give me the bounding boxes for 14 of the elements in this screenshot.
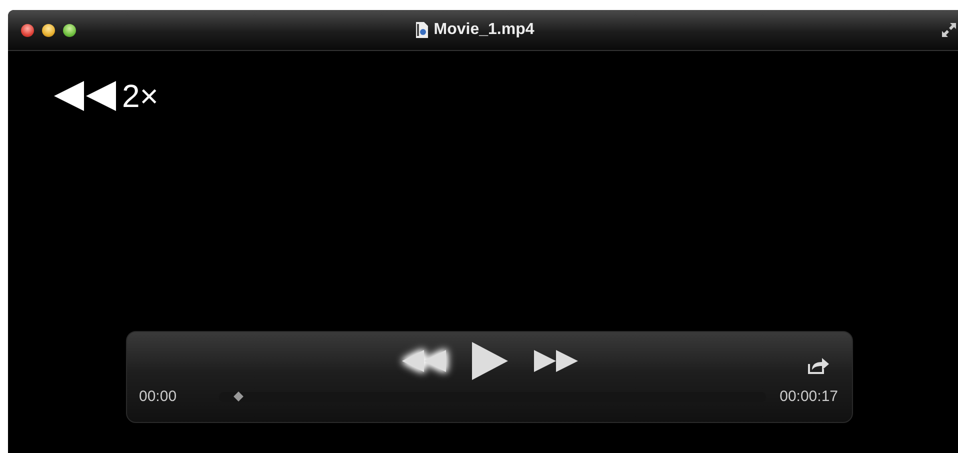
zoom-button[interactable]: [63, 24, 76, 36]
play-button[interactable]: [470, 341, 508, 381]
playhead-handle[interactable]: [234, 391, 244, 401]
fullscreen-icon[interactable]: [942, 23, 956, 37]
minimize-button[interactable]: [42, 24, 55, 36]
fast-forward-button[interactable]: [532, 349, 578, 373]
elapsed-time: 00:00: [139, 388, 177, 405]
window-title: Movie_1.mp4: [434, 21, 534, 39]
movie-file-icon: [416, 22, 428, 38]
rewind-button[interactable]: [400, 349, 446, 373]
close-button[interactable]: [21, 24, 34, 36]
duration-time: 00:00:17: [780, 388, 838, 405]
playback-speed: 2×: [122, 79, 158, 113]
share-icon[interactable]: [806, 356, 830, 376]
